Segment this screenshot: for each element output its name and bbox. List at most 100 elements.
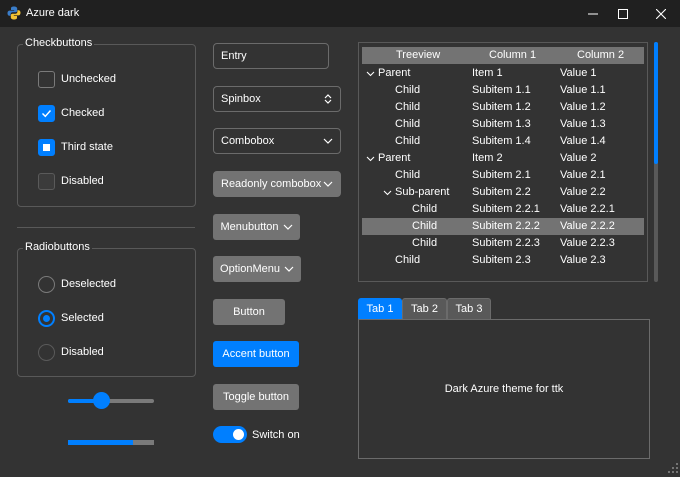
treeview-row[interactable]: Child Subitem 2.3 Value 2.3 bbox=[362, 252, 644, 269]
checkbox-indicator bbox=[38, 138, 55, 156]
tree-item-column-2: Value 1 bbox=[560, 67, 597, 79]
spinbox-value: Spinbox bbox=[221, 93, 261, 105]
treeview-row[interactable]: Child Subitem 1.4 Value 1.4 bbox=[362, 133, 644, 150]
tree-item-column-1: Item 2 bbox=[472, 152, 503, 164]
radio-dot bbox=[43, 314, 50, 322]
menubutton[interactable]: Menubutton bbox=[213, 214, 300, 240]
button[interactable]: Button bbox=[213, 299, 285, 325]
scale-thumb[interactable] bbox=[93, 392, 111, 409]
tree-expander-icon[interactable] bbox=[366, 69, 375, 78]
tree-item-column-1: Subitem 1.4 bbox=[472, 135, 531, 147]
tree-item-name: Child bbox=[395, 84, 421, 96]
resize-grip-icon[interactable] bbox=[667, 462, 679, 474]
optionmenu[interactable]: OptionMenu bbox=[213, 256, 301, 282]
checkbox-indicator bbox=[38, 104, 55, 122]
tab-1[interactable]: Tab 1 bbox=[358, 298, 402, 319]
checkbox-indicator bbox=[38, 172, 55, 190]
checkbutton-label: Checked bbox=[61, 107, 105, 119]
tree-expander-icon[interactable] bbox=[383, 188, 392, 197]
treeview-heading[interactable]: Treeview bbox=[396, 49, 440, 61]
switch-toggle[interactable] bbox=[213, 426, 247, 443]
scrollbar-thumb[interactable] bbox=[654, 42, 658, 164]
tree-item-column-2: Value 2.1 bbox=[560, 169, 606, 181]
radiobutton-label: Selected bbox=[61, 312, 104, 324]
checkbutton-unchecked[interactable]: Unchecked bbox=[38, 69, 116, 89]
treeview-row[interactable]: Child Subitem 1.3 Value 1.3 bbox=[362, 116, 644, 133]
scale-track[interactable] bbox=[68, 399, 154, 403]
radiobuttons-frame: Radiobuttons Deselected Selected Disable… bbox=[17, 241, 196, 377]
separator bbox=[17, 227, 195, 228]
tree-item-column-2: Value 2.3 bbox=[560, 254, 606, 266]
treeview-row[interactable]: Child Subitem 2.2.3 Value 2.2.3 bbox=[362, 235, 644, 252]
radiobutton-selected[interactable]: Selected bbox=[38, 308, 104, 328]
minimize-button[interactable] bbox=[576, 0, 610, 27]
maximize-icon bbox=[618, 8, 628, 19]
chevron-down-icon[interactable] bbox=[322, 135, 334, 147]
notebook-panel: Dark Azure theme for ttk bbox=[358, 319, 650, 459]
spin-arrows-icon[interactable] bbox=[322, 93, 334, 105]
treeview-row[interactable]: Sub-parent Subitem 2.2 Value 2.2 bbox=[362, 184, 644, 201]
checkbutton-label: Unchecked bbox=[61, 73, 117, 85]
scale-fill bbox=[68, 399, 94, 403]
radiobutton-disabled: Disabled bbox=[38, 342, 104, 362]
tree-item-column-2: Value 1.2 bbox=[560, 101, 606, 113]
treeview: Treeview Column 1 Column 2 Parent Item 1 V… bbox=[358, 42, 648, 282]
tree-item-column-1: Subitem 2.2 bbox=[472, 186, 531, 198]
tree-item-column-1: Subitem 2.1 bbox=[472, 169, 531, 181]
checkbutton-label: Disabled bbox=[61, 175, 104, 187]
readonly-combobox[interactable]: Readonly combobox bbox=[213, 171, 341, 197]
spinbox[interactable]: Spinbox bbox=[213, 86, 341, 112]
accent-button[interactable]: Accent button bbox=[213, 341, 299, 367]
maximize-button[interactable] bbox=[606, 0, 640, 27]
radiobutton-deselected[interactable]: Deselected bbox=[38, 274, 116, 294]
tree-expander-icon[interactable] bbox=[366, 154, 375, 163]
entry-field[interactable]: Entry bbox=[213, 43, 329, 69]
radio-indicator bbox=[38, 309, 55, 327]
tree-item-name: Child bbox=[395, 135, 421, 147]
combobox-value: Combobox bbox=[221, 135, 275, 147]
column-1-heading[interactable]: Column 1 bbox=[489, 49, 536, 61]
treeview-row[interactable]: Parent Item 1 Value 1 bbox=[362, 65, 644, 82]
progressbar bbox=[68, 440, 154, 445]
tree-item-column-1: Subitem 1.1 bbox=[472, 84, 531, 96]
treeview-row[interactable]: Child Subitem 1.2 Value 1.2 bbox=[362, 99, 644, 116]
checkbutton-checked[interactable]: Checked bbox=[38, 103, 104, 123]
tree-item-column-1: Subitem 2.2.1 bbox=[472, 203, 540, 215]
title-bar: Azure dark bbox=[0, 0, 680, 27]
treeview-row[interactable]: Parent Item 2 Value 2 bbox=[362, 150, 644, 167]
combobox[interactable]: Combobox bbox=[213, 128, 341, 154]
tab-3[interactable]: Tab 3 bbox=[447, 298, 491, 319]
toggle-button[interactable]: Toggle button bbox=[213, 384, 299, 410]
tree-item-column-1: Subitem 2.3 bbox=[472, 254, 531, 266]
python-icon bbox=[7, 6, 21, 20]
tree-item-name: Child bbox=[395, 254, 421, 266]
radio-indicator bbox=[38, 343, 55, 361]
treeview-row[interactable]: Child Subitem 2.2.2 Value 2.2.2 bbox=[362, 218, 644, 235]
chevron-down-icon bbox=[284, 266, 294, 272]
readonly-combobox-value: Readonly combobox bbox=[221, 178, 322, 190]
treeview-scrollbar[interactable] bbox=[654, 42, 658, 282]
tree-item-name: Child bbox=[412, 203, 438, 215]
treeview-header: Treeview Column 1 Column 2 bbox=[362, 47, 644, 64]
radio-indicator bbox=[38, 275, 55, 293]
chevron-down-icon[interactable] bbox=[322, 178, 334, 190]
tree-item-name: Child bbox=[412, 220, 438, 232]
tree-item-column-1: Subitem 1.2 bbox=[472, 101, 531, 113]
radiobutton-label: Disabled bbox=[61, 346, 104, 358]
tree-item-column-2: Value 2.2 bbox=[560, 186, 606, 198]
switch-knob bbox=[233, 429, 244, 440]
menubutton-label: Menubutton bbox=[220, 221, 279, 233]
indeterminate-icon bbox=[43, 143, 50, 151]
treeview-row[interactable]: Child Subitem 2.1 Value 2.1 bbox=[362, 167, 644, 184]
treeview-row[interactable]: Child Subitem 2.2.1 Value 2.2.1 bbox=[362, 201, 644, 218]
close-button[interactable] bbox=[644, 0, 678, 27]
tree-item-column-2: Value 2.2.1 bbox=[560, 203, 615, 215]
treeview-row[interactable]: Child Subitem 1.1 Value 1.1 bbox=[362, 82, 644, 99]
tab-2[interactable]: Tab 2 bbox=[402, 298, 447, 319]
checkbox-indicator bbox=[38, 70, 55, 88]
tree-item-column-2: Value 2.2.2 bbox=[560, 220, 615, 232]
checkbutton-third-state[interactable]: Third state bbox=[38, 137, 113, 157]
optionmenu-label: OptionMenu bbox=[220, 263, 280, 275]
tree-item-column-2: Value 1.1 bbox=[560, 84, 606, 96]
column-2-heading[interactable]: Column 2 bbox=[577, 49, 624, 61]
